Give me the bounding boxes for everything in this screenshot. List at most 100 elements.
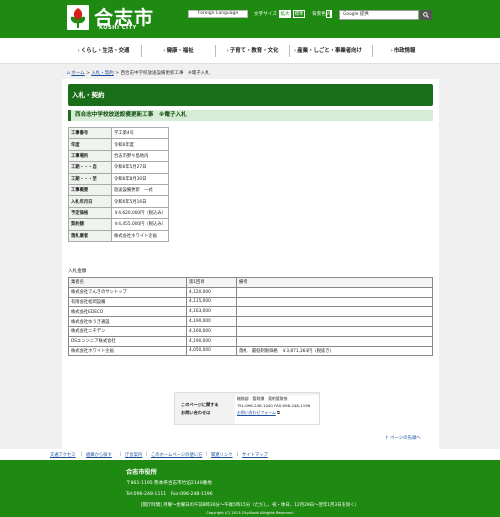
contact-form-link[interactable]: お問い合わせフォーム — [237, 410, 276, 415]
contact-label: このページに関する お問い合わせは — [181, 402, 219, 415]
info-value: 令和6年8月30日 — [111, 172, 169, 185]
info-value: 令和6年度 — [111, 138, 169, 151]
table-row: 年度 令和6年度 — [68, 138, 169, 151]
table-row: 工事概要 放送設備更新 一式 — [68, 183, 169, 197]
info-value: 合志市野々島地内 — [111, 149, 169, 163]
bids-table: 業者名 第1回目 備考 株式会社でんきのサントップ 4,120,000 有限会社松岡… — [68, 277, 433, 357]
nav-item-business[interactable]: ›産業・しごと・事業者向け — [285, 38, 371, 64]
footer-link-sitemap[interactable]: サイトマップ — [242, 452, 268, 458]
footer-link-access[interactable]: 交通アクセス — [50, 452, 76, 458]
table-header-row: 業者名 第1回目 備考 — [68, 277, 433, 288]
nav-item-health[interactable]: ›健康・福祉 — [142, 38, 215, 64]
arrow-right-icon: › — [294, 48, 297, 54]
site-header: 合志市 KOSHI CITY Foreign Language 文字サイズ 拡大… — [0, 0, 500, 38]
contact-box: このページに関する お問い合わせは 総務部 管財課 契約管財係 TEL:096-… — [174, 392, 320, 425]
info-key: 入札年月日 — [68, 195, 112, 208]
info-key: 契約額 — [68, 218, 112, 231]
info-key: 工事番号 — [68, 126, 112, 140]
site-logo-english: KOSHI CITY — [99, 25, 137, 31]
contact-phone-fax: TEL:096-248-1040 FAX:096-248-1196 — [237, 403, 311, 408]
info-key: 年度 — [68, 138, 112, 151]
background-color-label: 背景色 — [312, 12, 326, 17]
breadcrumb-bidding[interactable]: 入札・契約 — [91, 71, 114, 76]
font-size-label: 文字サイズ — [254, 12, 277, 17]
bidder-name: 株式会社ニチデン — [68, 325, 187, 337]
info-value: 令和6年5月16日 — [111, 195, 169, 208]
page-subtitle: 西合志中学校放送設備更新工事 ※電子入札 — [68, 110, 433, 121]
info-key: 工事概要 — [68, 183, 112, 197]
bid-amount: 4,115,000 — [186, 296, 237, 308]
external-window-icon: ⧉ — [275, 410, 280, 415]
font-enlarge-button[interactable]: 拡大 — [279, 10, 291, 18]
nav-item-living[interactable]: ›くらし・生活・交通 — [67, 38, 140, 64]
arrow-right-icon: › — [226, 48, 229, 54]
info-value: 放送設備更新 一式 — [111, 183, 169, 197]
info-value: ￥4,620,000円（税込み） — [111, 206, 169, 220]
info-value: ￥4,455,000円（税込み） — [111, 218, 169, 231]
bidder-name: DSエンジニア株式会社 — [68, 335, 187, 347]
footer-link-organization[interactable]: 組織から探す — [86, 452, 112, 458]
column-header-notes: 備考 — [236, 277, 433, 288]
bid-note: 落札 最低制限価格 ￥3,871,364円（税抜き） — [236, 345, 433, 357]
table-row: 工期・・・至 令和6年8月30日 — [68, 172, 169, 185]
bidder-name: 有限会社松岡設備 — [68, 296, 187, 308]
table-row: 工事場所 合志市野々島地内 — [68, 149, 169, 163]
table-row: 有限会社松岡設備 4,115,000 — [68, 296, 433, 308]
info-key: 落札業者 — [68, 229, 112, 242]
breadcrumb-home[interactable]: ホーム — [71, 71, 84, 76]
font-standard-button[interactable]: 標準 — [293, 10, 305, 18]
footer-copyright: Copyright (C) 2013 City.Koshi Allrights … — [206, 511, 294, 515]
footer-link-how-to-use[interactable]: このホームページの使い方 — [151, 452, 202, 458]
nav-item-childcare[interactable]: ›子育て・教育・文化 — [216, 38, 289, 64]
table-row: 契約額 ￥4,455,000円（税込み） — [68, 218, 169, 231]
info-key: 工期・・・至 — [68, 172, 112, 185]
global-navigation: ›くらし・生活・交通 ›健康・福祉 ›子育て・教育・文化 ›産業・しごと・事業者… — [0, 38, 500, 64]
column-header-company: 業者名 — [68, 277, 187, 288]
arrow-right-icon: › — [390, 48, 393, 54]
bid-amount: 4,160,000 — [186, 325, 237, 337]
footer-link-office-guide[interactable]: 庁舎案内 — [125, 452, 142, 458]
bid-amount: 4,190,000 — [186, 335, 237, 347]
table-row: 予定価格 ￥4,620,000円（税込み） — [68, 206, 169, 220]
page-title: 入札・契約 — [68, 84, 433, 106]
bidder-name: 株式会社ゆうき通設 — [68, 316, 187, 327]
footer-office-hours: [開庁時間] 月曜〜金曜日の午前8時30分〜午後5時15分（ただし、祝・休日、1… — [140, 503, 360, 508]
nav-item-city-info[interactable]: ›市政情報 — [372, 38, 434, 64]
arrow-right-icon: › — [77, 48, 80, 54]
info-key: 工期・・・自 — [68, 161, 112, 174]
bid-amount: 4,190,000 — [186, 316, 237, 327]
footer-address: 〒861-1195 熊本県合志市竹迫2140番地 — [126, 481, 212, 486]
table-row: 株式会社ホワイト企画 4,050,000 落札 最低制限価格 ￥3,871,364円… — [68, 345, 433, 357]
arrow-right-icon: › — [163, 48, 166, 54]
bid-amount: 4,120,000 — [186, 286, 237, 298]
info-key: 予定価格 — [68, 206, 112, 220]
bg-color-default-button[interactable]: A — [326, 10, 331, 18]
bids-table-caption: 入札金額 — [68, 269, 87, 274]
bid-note — [236, 316, 433, 327]
table-row: 株式会社でんきのサントップ 4,120,000 — [68, 286, 433, 298]
foreign-language-button[interactable]: Foreign Language — [188, 10, 248, 18]
bid-note — [236, 306, 433, 318]
bid-amount: 4,050,000 — [186, 345, 237, 357]
bid-note — [236, 325, 433, 337]
table-row: 入札年月日 令和6年5月16日 — [68, 195, 169, 208]
footer-link-related[interactable]: 関連リンク — [211, 452, 232, 458]
bidder-name: 株式会社ホワイト企画 — [68, 345, 187, 357]
city-emblem-icon[interactable] — [67, 5, 89, 30]
table-row: 落札業者 株式会社ホワイト企画 — [68, 229, 169, 242]
table-row: 工期・・・自 令和6年5月27日 — [68, 161, 169, 174]
search-button[interactable] — [420, 10, 432, 20]
bidder-name: 株式会社EDECO — [68, 306, 187, 318]
column-header-first-bid: 第1回目 — [186, 277, 237, 288]
contact-details: 総務部 管財課 契約管財係 TEL:096-248-1040 FAX:096-2… — [235, 395, 319, 424]
info-value: 令和6年5月27日 — [111, 161, 169, 174]
site-search-input[interactable]: Google 提供 — [339, 10, 419, 20]
info-key: 工事場所 — [68, 149, 112, 163]
page-top-link[interactable]: ↑ ページの先頭へ — [385, 435, 421, 441]
site-footer: 合志市役所 〒861-1195 熊本県合志市竹迫2140番地 Tel:096-2… — [0, 460, 500, 517]
bid-amount: 4,163,000 — [186, 306, 237, 318]
home-icon: ⌂ — [67, 71, 70, 76]
footer-phone: Tel:096-248-1111 Fax:096-248-1196 — [126, 492, 213, 497]
bid-note — [236, 335, 433, 347]
table-row: 株式会社ゆうき通設 4,190,000 — [68, 316, 433, 327]
